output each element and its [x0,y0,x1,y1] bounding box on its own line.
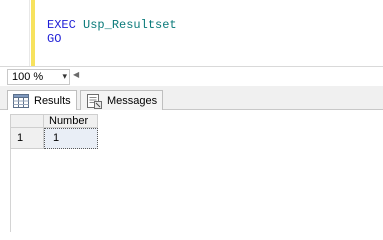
query-text[interactable]: EXEC Usp_Resultset GO [47,18,177,46]
code-line: EXEC Usp_Resultset [47,18,177,32]
results-grid[interactable]: Number 1 1 [0,110,383,232]
zoom-value: 100 % [12,71,44,83]
sql-keyword: GO [47,32,62,46]
sql-keyword: EXEC [47,18,76,32]
procedure-name: Usp_Resultset [83,18,177,32]
grid-cell-selected[interactable]: 1 [44,128,98,149]
tab-results[interactable]: Results [7,90,77,111]
grid-corner[interactable] [10,114,44,128]
zoom-bar: 100 % ▾ ◀ [0,66,383,86]
editor-gutter [0,0,30,66]
messages-icon [86,93,102,109]
zoom-dropdown[interactable]: 100 % ▾ [7,69,70,85]
change-tracking-bar [31,0,35,66]
tab-results-label: Results [34,95,71,107]
code-line: GO [47,32,177,46]
chevron-down-icon: ▾ [62,71,67,81]
results-tab-strip: Results Messages [0,86,383,111]
tab-messages[interactable]: Messages [80,90,164,110]
query-editor[interactable]: EXEC Usp_Resultset GO [0,0,383,66]
column-header-number[interactable]: Number [44,114,98,128]
results-grid-icon [13,93,29,109]
tab-messages-label: Messages [107,94,158,107]
scroll-left-arrow-icon[interactable]: ◀ [73,70,79,79]
row-header[interactable]: 1 [10,128,44,149]
